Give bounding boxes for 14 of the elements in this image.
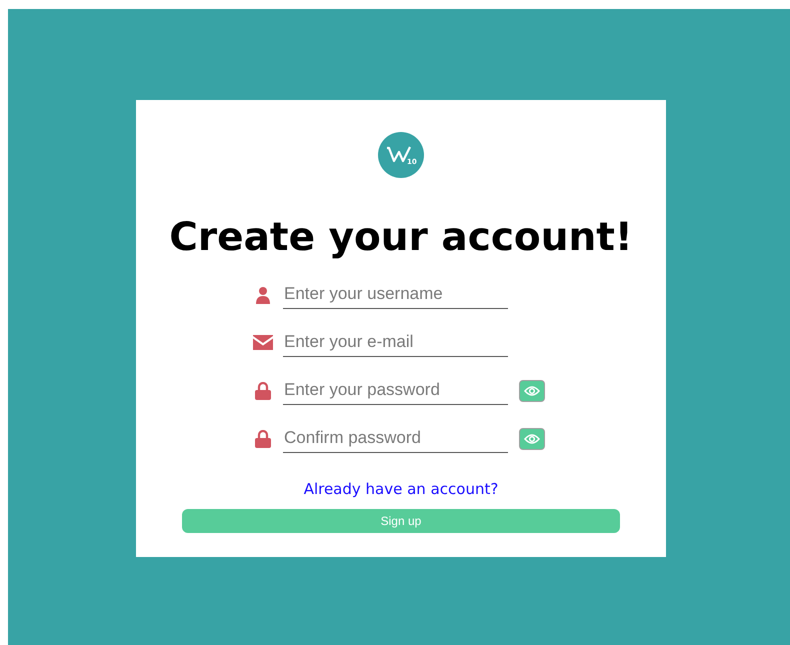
envelope-icon bbox=[253, 335, 273, 350]
input-field[interactable]: Enter your username bbox=[283, 280, 508, 309]
input-field[interactable]: Enter your e-mail bbox=[283, 328, 508, 357]
show-password-button[interactable] bbox=[519, 428, 545, 450]
eye-icon bbox=[524, 384, 540, 397]
input-field[interactable]: Confirm password bbox=[283, 424, 508, 453]
eye-icon bbox=[524, 432, 540, 445]
login-link[interactable]: Already have an account? bbox=[304, 478, 498, 500]
input-field[interactable]: Enter your password bbox=[283, 376, 508, 405]
lock-icon bbox=[255, 430, 271, 448]
show-password-button[interactable] bbox=[519, 380, 545, 402]
user-icon bbox=[254, 286, 272, 304]
page-title: Create your account! bbox=[169, 214, 633, 262]
lock-icon bbox=[255, 382, 271, 400]
